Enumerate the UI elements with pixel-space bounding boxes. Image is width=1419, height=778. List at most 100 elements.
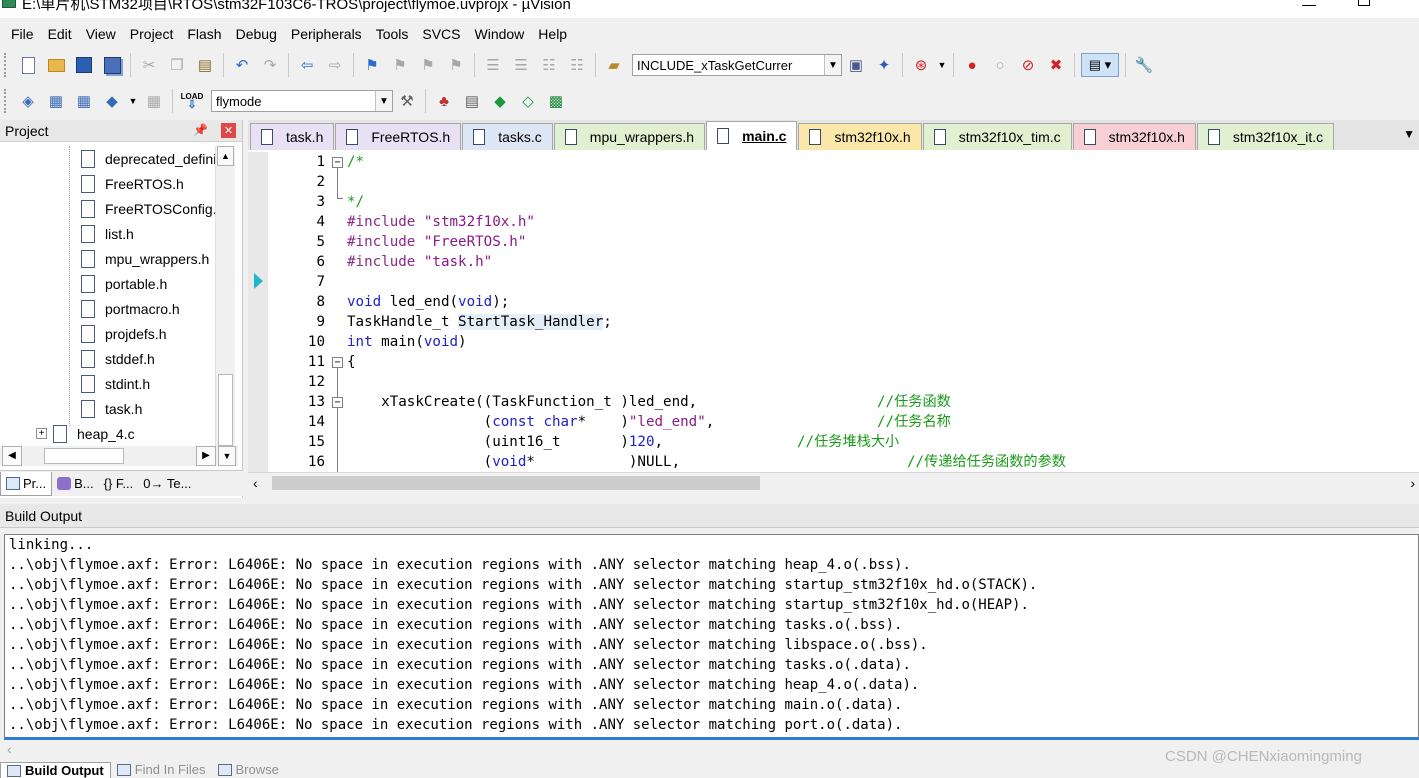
toolbar-grip[interactable] — [4, 89, 8, 113]
menu-project[interactable]: Project — [123, 24, 181, 44]
component-button[interactable]: ▩ — [544, 89, 568, 113]
tree-horizontal-scrollbar[interactable]: ◀ ▶ ▼ — [0, 446, 238, 466]
toolbar-grip[interactable] — [4, 53, 8, 77]
tree-item-file[interactable]: FreeRTOSConfig.h — [81, 196, 222, 221]
tree-vertical-scrollbar[interactable]: ▲ — [215, 146, 235, 448]
build-output-text[interactable]: linking... ..\obj\flymoe.axf: Error: L640… — [4, 534, 1419, 740]
comment-button[interactable]: ☷ — [537, 53, 561, 77]
scroll-up-icon[interactable]: ▲ — [217, 146, 234, 166]
download-button[interactable]: LOAD ⇩ — [179, 89, 205, 113]
tree-item-file[interactable]: stdint.h — [81, 371, 150, 396]
scroll-right-icon[interactable]: › — [1410, 475, 1415, 491]
navigate-forward-button[interactable]: ⇨ — [323, 53, 347, 77]
find-combo[interactable]: INCLUDE_xTaskGetCurrer ▼ — [632, 54, 842, 76]
pack-installer-button[interactable]: ◇ — [516, 89, 540, 113]
editor-tab[interactable]: FreeRTOS.h — [335, 123, 462, 150]
tab-browse[interactable]: Browse — [212, 762, 285, 778]
cut-button[interactable]: ✂ — [137, 53, 161, 77]
menu-svcs[interactable]: SVCS — [415, 24, 467, 44]
chevron-down-icon[interactable]: ▼ — [824, 55, 841, 75]
scroll-left-icon[interactable]: ‹ — [253, 475, 258, 491]
tree-item-group[interactable]: + heap_4.c — [36, 421, 135, 446]
indent-button[interactable]: ☰ — [481, 53, 505, 77]
fold-toggle-icon[interactable]: − — [332, 157, 343, 168]
chevron-down-icon[interactable]: ▼ — [375, 91, 392, 111]
menu-help[interactable]: Help — [531, 24, 574, 44]
menu-view[interactable]: View — [79, 24, 123, 44]
save-button[interactable] — [72, 53, 96, 77]
code-area[interactable]: 1 2 3 4 5 6 7 8 9 10 11 12 13 14 15 16 − − − /* */ #inc… — [248, 152, 1419, 472]
batch-dropdown-button[interactable]: ▼ — [128, 89, 138, 113]
breakpoint-margin[interactable] — [248, 152, 268, 472]
tab-functions[interactable]: {} F... — [99, 472, 139, 496]
save-all-button[interactable] — [100, 53, 124, 77]
menu-flash[interactable]: Flash — [180, 24, 228, 44]
tab-books[interactable]: B... — [52, 472, 99, 496]
tree-item-file[interactable]: task.h — [81, 396, 142, 421]
tab-find-in-files[interactable]: Find In Files — [111, 762, 212, 778]
editor-tab[interactable]: stm32f10x_it.c — [1196, 123, 1335, 150]
navigate-back-button[interactable]: ⇦ — [295, 53, 319, 77]
scroll-down-icon[interactable]: ▼ — [218, 446, 236, 466]
copy-button[interactable]: ❐ — [165, 53, 189, 77]
tree-item-file[interactable]: mpu_wrappers.h — [81, 246, 209, 271]
window-layout-button[interactable]: ▤ ▾ — [1081, 53, 1119, 77]
rebuild-button[interactable]: ▦ — [72, 89, 96, 113]
menu-file[interactable]: File — [4, 24, 41, 44]
tree-item-file[interactable]: portable.h — [81, 271, 167, 296]
scroll-thumb[interactable] — [218, 374, 233, 446]
debug-session-button[interactable]: ⊛ — [909, 53, 933, 77]
tab-templates[interactable]: 0→ Te... — [138, 472, 196, 496]
bookmark-next-button[interactable]: ⚑ — [416, 53, 440, 77]
select-packs-button[interactable]: ▤ — [460, 89, 484, 113]
tree-item-file[interactable]: stddef.h — [81, 346, 155, 371]
disable-all-breakpoints-button[interactable]: ⊘ — [1016, 53, 1040, 77]
menu-tools[interactable]: Tools — [369, 24, 416, 44]
bookmark-prev-button[interactable]: ⚑ — [388, 53, 412, 77]
incremental-find-button[interactable]: ✦ — [872, 53, 896, 77]
minimize-button[interactable] — [1302, 0, 1316, 6]
configure-button[interactable]: 🔧 — [1132, 53, 1156, 77]
editor-tab[interactable]: main.c — [706, 121, 798, 150]
tab-build-output[interactable]: Build Output — [0, 762, 111, 778]
menu-debug[interactable]: Debug — [229, 24, 284, 44]
manage-rte-button[interactable]: ◆ — [488, 89, 512, 113]
undo-button[interactable]: ↶ — [230, 53, 254, 77]
scroll-thumb[interactable] — [272, 476, 760, 490]
debug-dropdown-button[interactable]: ▼ — [937, 53, 947, 77]
bookmark-clear-button[interactable]: ⚑ — [444, 53, 468, 77]
tab-list-dropdown-icon[interactable]: ▼ — [1403, 127, 1415, 141]
menu-window[interactable]: Window — [468, 24, 532, 44]
scroll-left-icon[interactable]: ◀ — [2, 446, 22, 466]
translate-button[interactable]: ◈ — [16, 89, 40, 113]
menu-peripherals[interactable]: Peripherals — [284, 24, 369, 44]
expand-icon[interactable]: + — [36, 428, 47, 439]
stop-build-button[interactable]: ▦ — [142, 89, 166, 113]
editor-tab[interactable]: tasks.c — [462, 123, 553, 150]
fold-toggle-icon[interactable]: − — [332, 357, 343, 368]
fold-toggle-icon[interactable]: − — [332, 397, 343, 408]
maximize-button[interactable] — [1358, 0, 1370, 6]
editor-tab[interactable]: stm32f10x.h — [798, 123, 922, 150]
tree-item-file[interactable]: list.h — [81, 221, 134, 246]
tree-item-file[interactable]: projdefs.h — [81, 321, 166, 346]
batch-build-button[interactable]: ◆ — [100, 89, 124, 113]
editor-horizontal-scrollbar[interactable]: ‹ › — [248, 472, 1419, 492]
close-icon[interactable]: ✕ — [221, 123, 236, 138]
insert-breakpoint-button[interactable]: ● — [960, 53, 984, 77]
enable-breakpoint-button[interactable]: ○ — [988, 53, 1012, 77]
unindent-button[interactable]: ☰ — [509, 53, 533, 77]
redo-button[interactable]: ↷ — [258, 53, 282, 77]
editor-tab[interactable]: stm32f10x.h — [1072, 123, 1196, 150]
manage-project-button[interactable]: ♣ — [432, 89, 456, 113]
menu-edit[interactable]: Edit — [41, 24, 79, 44]
tree-item-file[interactable]: deprecated_definitions.h — [81, 146, 222, 171]
kill-all-breakpoints-button[interactable]: ✖ — [1044, 53, 1068, 77]
tab-project[interactable]: Pr... — [0, 471, 53, 496]
editor-tab[interactable]: task.h — [250, 123, 335, 150]
scroll-left-icon[interactable]: ‹ — [7, 741, 12, 757]
target-select[interactable]: flymode ▼ — [211, 90, 393, 112]
find-in-files-button[interactable]: ▰ — [602, 53, 626, 77]
build-button[interactable]: ▦ — [44, 89, 68, 113]
scroll-right-icon[interactable]: ▶ — [196, 446, 216, 466]
